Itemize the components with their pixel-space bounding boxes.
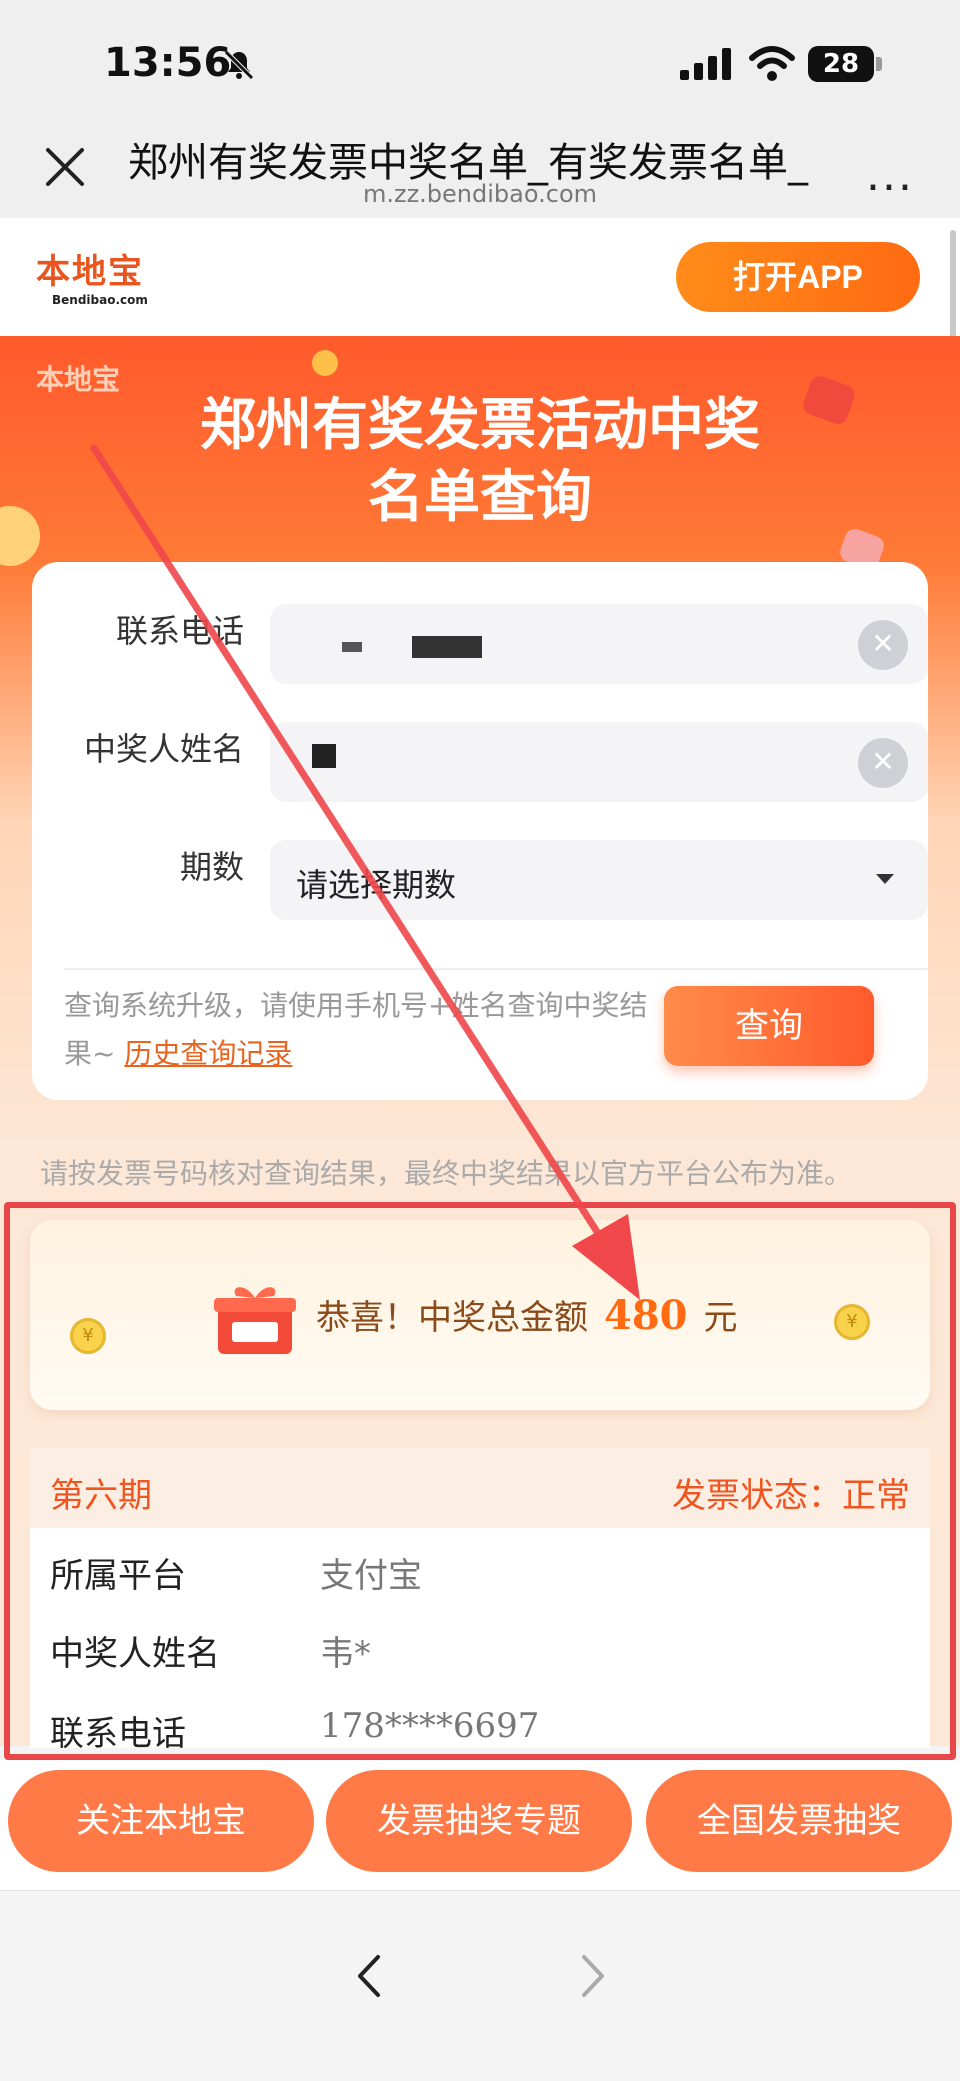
browser-toolbar: 郑州有奖发票中奖名单_有奖发票名单_ m.zz.bendibao.com ...: [0, 120, 960, 218]
page-url[interactable]: m.zz.bendibao.com: [0, 180, 960, 208]
more-options-icon[interactable]: ...: [866, 150, 914, 201]
invoice-lottery-topic-button[interactable]: 发票抽奖专题: [326, 1770, 632, 1872]
name-label: 中奖人姓名: [83, 730, 244, 768]
logo-text: 本地宝: [36, 252, 144, 292]
decor-coin: [312, 350, 338, 376]
logo-subtext: Bendibao.com: [52, 293, 148, 307]
name-input[interactable]: ✕: [270, 722, 928, 802]
browser-nav-bar: [0, 1890, 960, 2081]
clear-name-button[interactable]: ✕: [858, 738, 908, 788]
follow-bendibao-button[interactable]: 关注本地宝: [8, 1770, 314, 1872]
battery-level: 28: [808, 46, 874, 82]
phone-input[interactable]: ✕: [270, 604, 928, 684]
query-notice: 查询系统升级，请使用手机号+姓名查询中奖结果~ 历史查询记录: [64, 982, 664, 1078]
cellular-signal-icon: [680, 48, 731, 80]
period-select-value: 请选择期数: [296, 866, 457, 904]
open-app-button[interactable]: 打开APP: [676, 242, 920, 312]
clear-phone-button[interactable]: ✕: [858, 620, 908, 670]
bendibao-logo[interactable]: 本地宝 Bendibao.com: [36, 244, 176, 307]
annotation-highlight-box: [4, 1202, 956, 1760]
form-divider: [64, 968, 928, 970]
phone-label: 联系电话: [115, 612, 244, 650]
hero-title-line2: 名单查询: [368, 465, 592, 530]
battery-tip: [876, 57, 882, 71]
query-form-card: 联系电话 ✕ 中奖人姓名 ✕ 期数 请选择期数 查询系统升级，请使用手机号+姓名…: [32, 562, 928, 1100]
bell-muted-icon: [224, 50, 254, 80]
result-hint: 请按发票号码核对查询结果，最终中奖结果以官方平台公布为准。: [40, 1157, 853, 1190]
forward-icon[interactable]: [578, 1951, 608, 2001]
hero-title: 郑州有奖发票活动中奖 名单查询: [0, 390, 960, 534]
chevron-down-icon: [876, 874, 894, 884]
hero-title-line1: 郑州有奖发票活动中奖: [200, 393, 760, 458]
redacted-name: [312, 744, 336, 768]
history-link[interactable]: 历史查询记录: [124, 1037, 292, 1070]
bottom-action-bar: 关注本地宝 发票抽奖专题 全国发票抽奖: [0, 1760, 960, 1890]
redacted-phone-part: [412, 636, 482, 658]
query-button[interactable]: 查询: [664, 986, 874, 1066]
national-invoice-lottery-button[interactable]: 全国发票抽奖: [646, 1770, 952, 1872]
site-header: 本地宝 Bendibao.com 打开APP: [0, 218, 960, 336]
back-icon[interactable]: [354, 1951, 384, 2001]
status-time: 13:56: [104, 40, 232, 86]
wifi-icon: [749, 46, 795, 81]
status-bar: 13:56 28: [0, 0, 960, 120]
redacted-phone-part: [342, 642, 362, 652]
period-label: 期数: [179, 848, 244, 886]
period-select[interactable]: 请选择期数: [270, 840, 928, 920]
